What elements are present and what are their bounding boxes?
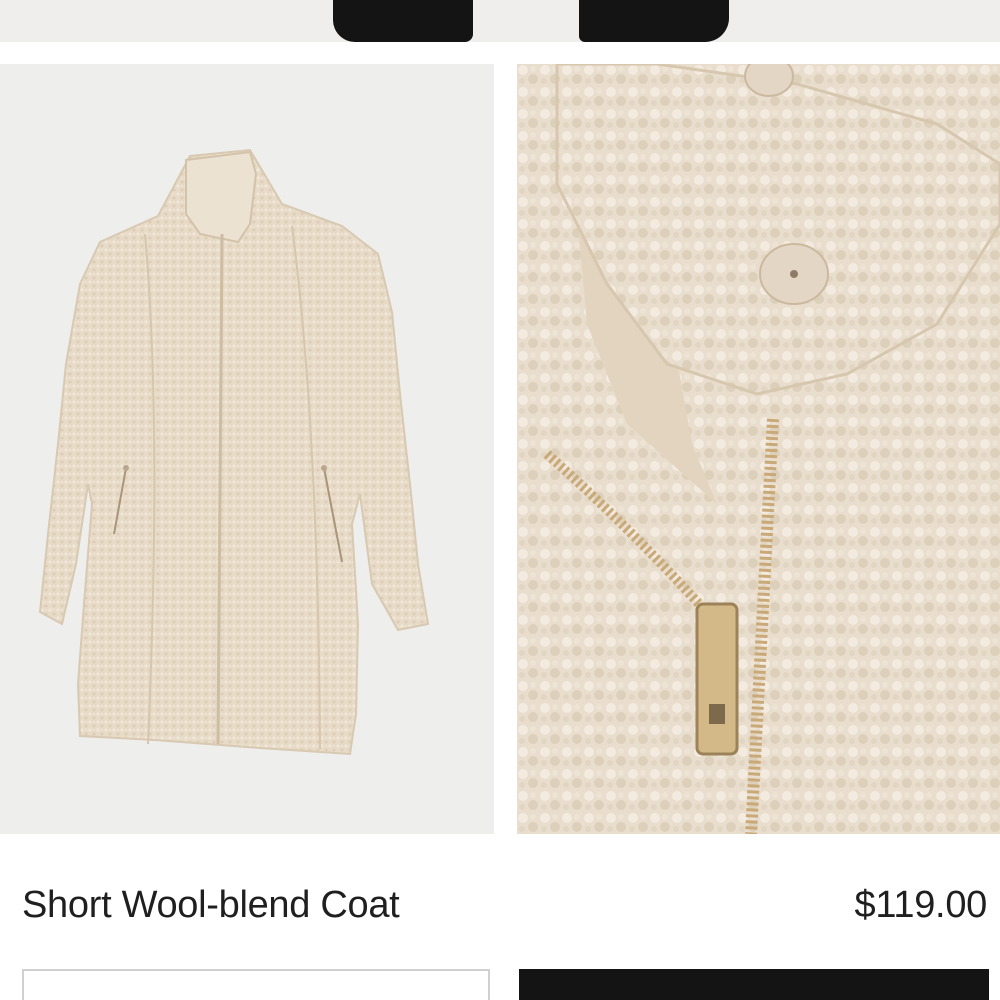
product-image-detail[interactable] [517, 64, 1000, 834]
product-title: Short Wool-blend Coat [22, 884, 400, 926]
product-price: $119.00 [854, 884, 988, 926]
product-image-front[interactable] [0, 64, 494, 834]
trouser-leg-right [579, 0, 729, 42]
coat-front-illustration [38, 148, 430, 756]
previous-product-image[interactable] [0, 0, 1000, 42]
add-to-bag-button[interactable] [519, 969, 989, 1000]
coat-detail-illustration [517, 64, 1000, 834]
product-page: Short Wool-blend Coat $119.00 [0, 0, 1000, 1000]
secondary-action-button[interactable] [22, 969, 490, 1000]
trouser-leg-left [333, 0, 473, 42]
